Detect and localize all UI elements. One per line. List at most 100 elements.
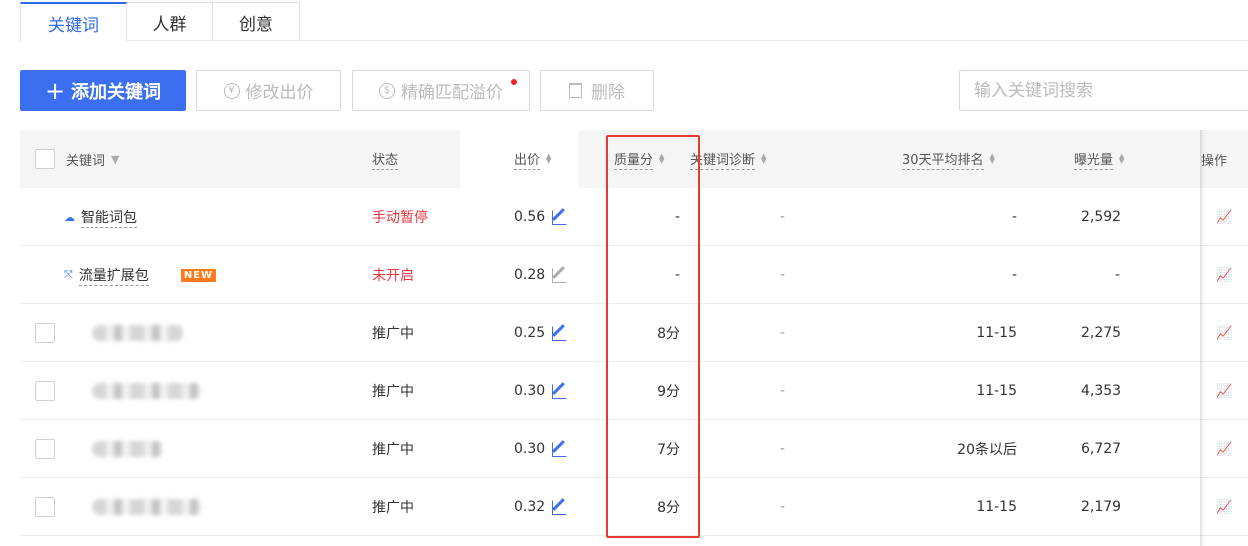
tab-bar: 关键词 人群 创意 [20, 2, 300, 42]
header-rank-label: 30天平均排名 [902, 149, 984, 170]
impressions-value: 4,353 [1081, 383, 1122, 399]
delete-label: 删除 [591, 83, 625, 103]
select-all-checkbox[interactable] [35, 149, 55, 169]
header-quality[interactable]: 质量分 ▲ ▼ [614, 130, 664, 188]
bid-value: 0.25 [514, 325, 546, 341]
impressions-value: 6,727 [1081, 441, 1122, 457]
line-chart-icon[interactable]: 📈 [1216, 500, 1232, 515]
redacted-keyword [92, 441, 164, 457]
tab-audience[interactable]: 人群 [126, 2, 213, 41]
yen-circle-icon: ¥ [223, 82, 240, 99]
bid-cell: 0.25 [514, 304, 568, 362]
diagnosis-value: - [780, 441, 786, 457]
quality-score: 8分 [657, 500, 680, 516]
edit-icon[interactable] [552, 209, 568, 225]
keyword-table: 关键词 ▼ 状态 出价 ▲ ▼ 质量分 ▲ ▼ 关键词诊断 ▲ ▼ 30天平均排名 ▲… [20, 130, 1248, 536]
row-actions: 📈 [1216, 188, 1232, 246]
keyword-cell [92, 478, 204, 536]
header-impressions[interactable]: 曝光量 ▲ ▼ [1074, 130, 1124, 188]
header-status: 状态 [372, 130, 399, 188]
keyword-cell [92, 304, 184, 362]
tab-keywords[interactable]: 关键词 [20, 2, 127, 42]
status-text: 推广中 [372, 384, 414, 400]
header-keyword[interactable]: 关键词 ▼ [66, 130, 119, 188]
header-diagnosis[interactable]: 关键词诊断 ▲ ▼ [690, 130, 766, 188]
exact-match-premium-button[interactable]: $ 精确匹配溢价 [352, 70, 530, 111]
edit-icon[interactable] [552, 325, 568, 341]
bid-value: 0.28 [514, 267, 546, 283]
edit-icon[interactable] [552, 267, 568, 283]
bid-value: 0.30 [514, 383, 546, 399]
status-text: 未开启 [372, 268, 414, 284]
edit-icon[interactable] [552, 383, 568, 399]
diagnosis-value: - [780, 325, 786, 341]
modify-price-label: 修改出价 [245, 83, 314, 103]
diagnosis-value: - [780, 383, 786, 399]
filter-icon[interactable]: ▼ [111, 153, 119, 166]
sort-icon[interactable]: ▲ ▼ [546, 153, 551, 165]
status-text: 推广中 [372, 326, 414, 342]
sort-icon[interactable]: ▲ ▼ [761, 153, 766, 165]
line-chart-icon[interactable]: 📈 [1216, 326, 1232, 341]
redacted-keyword [92, 499, 204, 515]
impressions-value: - [1114, 267, 1120, 283]
impressions-value: 2,179 [1081, 499, 1122, 515]
edit-icon[interactable] [552, 441, 568, 457]
header-bid[interactable]: 出价 ▲ ▼ [514, 130, 551, 188]
table-row: ☁ 智能词包 手动暂停 0.56 - - - 2,592 📈 [20, 188, 1248, 246]
quality-score: 8分 [657, 326, 680, 342]
add-keyword-button[interactable]: + 添加关键词 [20, 70, 186, 111]
keyword-search-input[interactable] [959, 70, 1248, 111]
keyword-link[interactable]: 流量扩展包 [78, 265, 149, 286]
table-row: ⤧ 流量扩展包 NEW 未开启 0.28 - - - - 📈 [20, 246, 1248, 304]
rank-value: - [1011, 209, 1017, 225]
row-actions: 📈 [1216, 478, 1232, 536]
impressions-value: 2,275 [1081, 325, 1122, 341]
new-badge: NEW [180, 268, 217, 282]
line-chart-icon[interactable]: 📈 [1216, 384, 1232, 399]
header-rank[interactable]: 30天平均排名 ▲ ▼ [902, 130, 995, 188]
bid-cell: 0.32 [514, 478, 568, 536]
notification-dot [511, 79, 517, 85]
table-row: 推广中 0.25 8分 - 11-15 2,275 📈 [20, 304, 1248, 362]
sort-icon[interactable]: ▲ ▼ [990, 153, 995, 165]
quality-score: - [674, 209, 680, 225]
row-checkbox[interactable] [35, 381, 55, 401]
edit-icon[interactable] [552, 499, 568, 515]
impressions-value: 2,592 [1081, 209, 1122, 225]
sort-icon[interactable]: ▲ ▼ [1119, 153, 1124, 165]
status-text: 推广中 [372, 442, 414, 458]
rank-value: - [1011, 267, 1017, 283]
table-row: 推广中 0.30 9分 - 11-15 4,353 📈 [20, 362, 1248, 420]
keyword-cell [92, 362, 202, 420]
keyword-cell [92, 420, 164, 478]
toolbar: + 添加关键词 ¥ 修改出价 $ 精确匹配溢价 删除 [20, 70, 1248, 112]
delete-button[interactable]: 删除 [540, 70, 654, 111]
header-bid-label: 出价 [514, 149, 541, 170]
sort-icon[interactable]: ▲ ▼ [659, 153, 664, 165]
modify-price-button[interactable]: ¥ 修改出价 [196, 70, 341, 111]
quality-score: 7分 [657, 442, 680, 458]
keyword-cell: ⤧ 流量扩展包 NEW [64, 246, 217, 304]
header-actions: 操作 [1201, 130, 1248, 188]
row-actions: 📈 [1216, 420, 1232, 478]
header-keyword-label: 关键词 [66, 153, 106, 169]
header-impressions-label: 曝光量 [1074, 149, 1114, 170]
diagnosis-value: - [780, 267, 786, 283]
row-checkbox[interactable] [35, 439, 55, 459]
keyword-link[interactable]: 智能词包 [81, 207, 137, 228]
status-text: 推广中 [372, 500, 414, 516]
exact-match-label: 精确匹配溢价 [401, 83, 503, 103]
quality-score: 9分 [657, 384, 680, 400]
trash-icon [569, 83, 582, 98]
quality-score: - [674, 267, 680, 283]
line-chart-icon[interactable]: 📈 [1216, 442, 1232, 457]
row-checkbox[interactable] [35, 323, 55, 343]
line-chart-icon[interactable]: 📈 [1216, 210, 1232, 225]
row-checkbox[interactable] [35, 497, 55, 517]
table-header: 关键词 ▼ 状态 出价 ▲ ▼ 质量分 ▲ ▼ 关键词诊断 ▲ ▼ 30天平均排名 ▲… [20, 130, 1248, 188]
redacted-keyword [92, 325, 184, 341]
header-actions-label: 操作 [1201, 153, 1228, 169]
tab-creative[interactable]: 创意 [212, 2, 300, 41]
header-quality-label: 质量分 [614, 149, 654, 170]
